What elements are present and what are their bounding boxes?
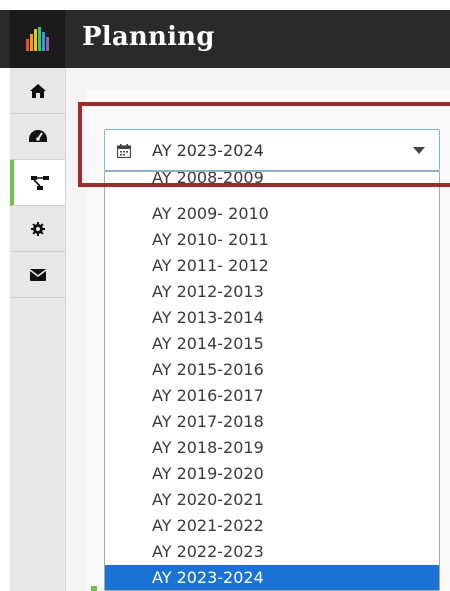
academic-year-options[interactable]: AY 2008-2009 AY 2009- 2010 AY 2010- 2011… — [104, 171, 440, 591]
year-option[interactable]: AY 2011- 2012 — [105, 253, 439, 279]
year-option[interactable]: AY 2019-2020 — [105, 461, 439, 487]
year-option[interactable]: AY 2010- 2011 — [105, 227, 439, 253]
sidebar — [0, 68, 66, 591]
top-header: Planning — [0, 10, 450, 68]
calendar-icon — [117, 144, 131, 158]
sidebar-item-messages[interactable] — [10, 252, 65, 298]
sidebar-edge — [0, 68, 10, 591]
year-option[interactable]: AY 2014-2015 — [105, 331, 439, 357]
hierarchy-icon — [30, 175, 49, 190]
selected-year-value: AY 2023-2024 — [152, 141, 264, 160]
accent-marker — [91, 586, 97, 591]
logo-bars-icon — [26, 27, 49, 51]
year-option[interactable]: AY 2017-2018 — [105, 409, 439, 435]
page-title: Planning — [82, 22, 215, 52]
year-option[interactable]: AY 2008-2009 — [105, 172, 439, 191]
sidebar-item-home[interactable] — [10, 68, 65, 114]
academic-year-select[interactable]: AY 2023-2024 — [104, 129, 440, 171]
sidebar-item-dashboard[interactable] — [10, 114, 65, 160]
year-option[interactable]: AY 2021-2022 — [105, 513, 439, 539]
year-option[interactable]: AY 2015-2016 — [105, 357, 439, 383]
envelope-icon — [29, 268, 46, 281]
year-option[interactable]: AY 2016-2017 — [105, 383, 439, 409]
app-window: Planning AY 2023-2024 AY 2008-2009 AY 20… — [0, 0, 450, 591]
year-option[interactable]: AY 2018-2019 — [105, 435, 439, 461]
sidebar-item-hierarchy[interactable] — [10, 160, 65, 206]
year-option-selected[interactable]: AY 2023-2024 — [105, 565, 439, 590]
gear-icon — [30, 221, 45, 236]
home-icon — [29, 83, 46, 98]
chevron-down-icon[interactable] — [413, 147, 425, 154]
year-option[interactable]: AY 2012-2013 — [105, 279, 439, 305]
year-option[interactable]: AY 2020-2021 — [105, 487, 439, 513]
app-logo[interactable] — [10, 10, 65, 68]
year-option[interactable]: AY 2013-2014 — [105, 305, 439, 331]
gauge-icon — [28, 129, 47, 142]
sidebar-item-settings[interactable] — [10, 206, 65, 252]
year-option[interactable]: AY 2009- 2010 — [105, 201, 439, 227]
year-option[interactable]: AY 2022-2023 — [105, 539, 439, 565]
